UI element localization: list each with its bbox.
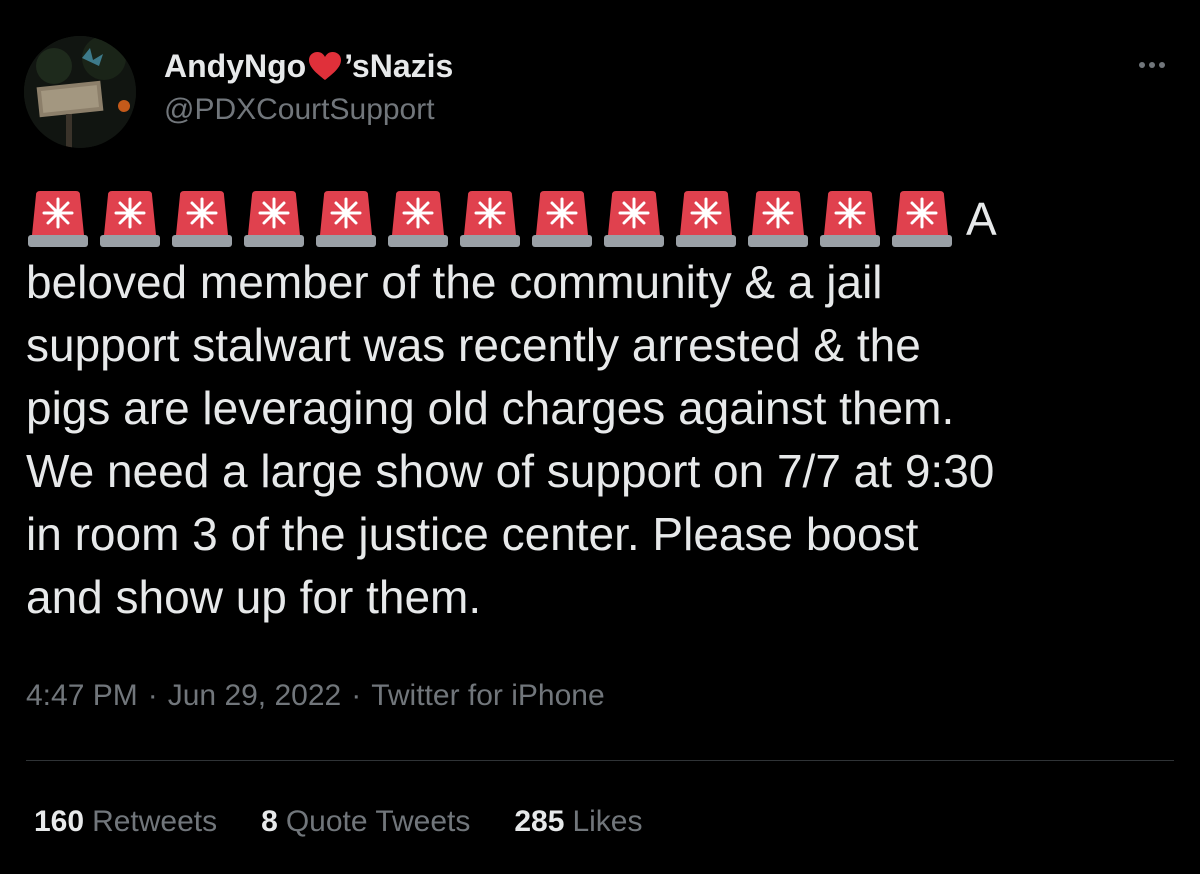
police-car-light-icon: [532, 191, 592, 247]
tweet-date[interactable]: Jun 29, 2022: [168, 679, 341, 712]
tweet-text-line: support stalwart was recently arrested &…: [26, 319, 921, 371]
divider: [26, 760, 1174, 761]
siren-emoji-row: A: [26, 186, 1176, 249]
meta-separator: ·: [147, 679, 158, 712]
likes-label: Likes: [572, 805, 643, 838]
tweet-text-lead-word: A: [966, 193, 997, 245]
tweet-card: AndyNgo ’sNazis @PDXCourtSupport A belov…: [0, 0, 1200, 874]
tweet-meta: 4:47 PM · Jun 29, 2022 · Twitter for iPhone: [26, 676, 605, 716]
author-display-name[interactable]: AndyNgo ’sNazis: [164, 46, 453, 86]
more-dot: [1149, 62, 1155, 68]
red-heart-icon: [309, 52, 342, 80]
quote-tweets-stat[interactable]: 8 Quote Tweets: [261, 802, 470, 842]
retweets-stat[interactable]: 160 Retweets: [34, 802, 217, 842]
tweet-stats: 160 Retweets 8 Quote Tweets 285 Likes: [34, 802, 686, 842]
police-car-light-icon: [172, 191, 232, 247]
tweet-text: A beloved member of the community & a ja…: [26, 186, 1176, 629]
retweets-label: Retweets: [92, 805, 218, 838]
more-dot: [1159, 62, 1165, 68]
tweet-text-line: and show up for them.: [26, 571, 482, 623]
police-car-light-icon: [820, 191, 880, 247]
author-name-suffix: ’sNazis: [344, 48, 454, 84]
police-car-light-icon: [316, 191, 376, 247]
author-name-prefix: AndyNgo: [164, 48, 307, 84]
police-car-light-icon: [604, 191, 664, 247]
more-dot: [1139, 62, 1145, 68]
quote-tweets-count: 8: [261, 805, 278, 838]
author-names: AndyNgo ’sNazis @PDXCourtSupport: [164, 46, 453, 130]
tweet-text-line: We need a large show of support on 7/7 a…: [26, 445, 995, 497]
author-handle[interactable]: @PDXCourtSupport: [164, 90, 453, 130]
retweets-count: 160: [34, 805, 85, 838]
tweet-source[interactable]: Twitter for iPhone: [371, 679, 604, 712]
police-car-light-icon: [676, 191, 736, 247]
tweet-text-line: beloved member of the community & a jail: [26, 256, 883, 308]
likes-count: 285: [514, 805, 565, 838]
police-car-light-icon: [244, 191, 304, 247]
police-car-light-icon: [892, 191, 952, 247]
police-car-light-icon: [748, 191, 808, 247]
police-car-light-icon: [28, 191, 88, 247]
likes-stat[interactable]: 285 Likes: [514, 802, 642, 842]
police-car-light-icon: [388, 191, 448, 247]
tweet-text-line: pigs are leveraging old charges against …: [26, 382, 955, 434]
more-options-button[interactable]: [1132, 50, 1172, 80]
avatar-image: [24, 36, 136, 148]
meta-separator: ·: [351, 679, 362, 712]
tweet-text-line: in room 3 of the justice center. Please …: [26, 508, 919, 560]
tweet-header: AndyNgo ’sNazis @PDXCourtSupport: [24, 36, 1176, 148]
police-car-light-icon: [460, 191, 520, 247]
tweet-time[interactable]: 4:47 PM: [26, 679, 138, 712]
avatar[interactable]: [24, 36, 136, 148]
police-car-light-icon: [100, 191, 160, 247]
quote-tweets-label: Quote Tweets: [285, 805, 471, 838]
